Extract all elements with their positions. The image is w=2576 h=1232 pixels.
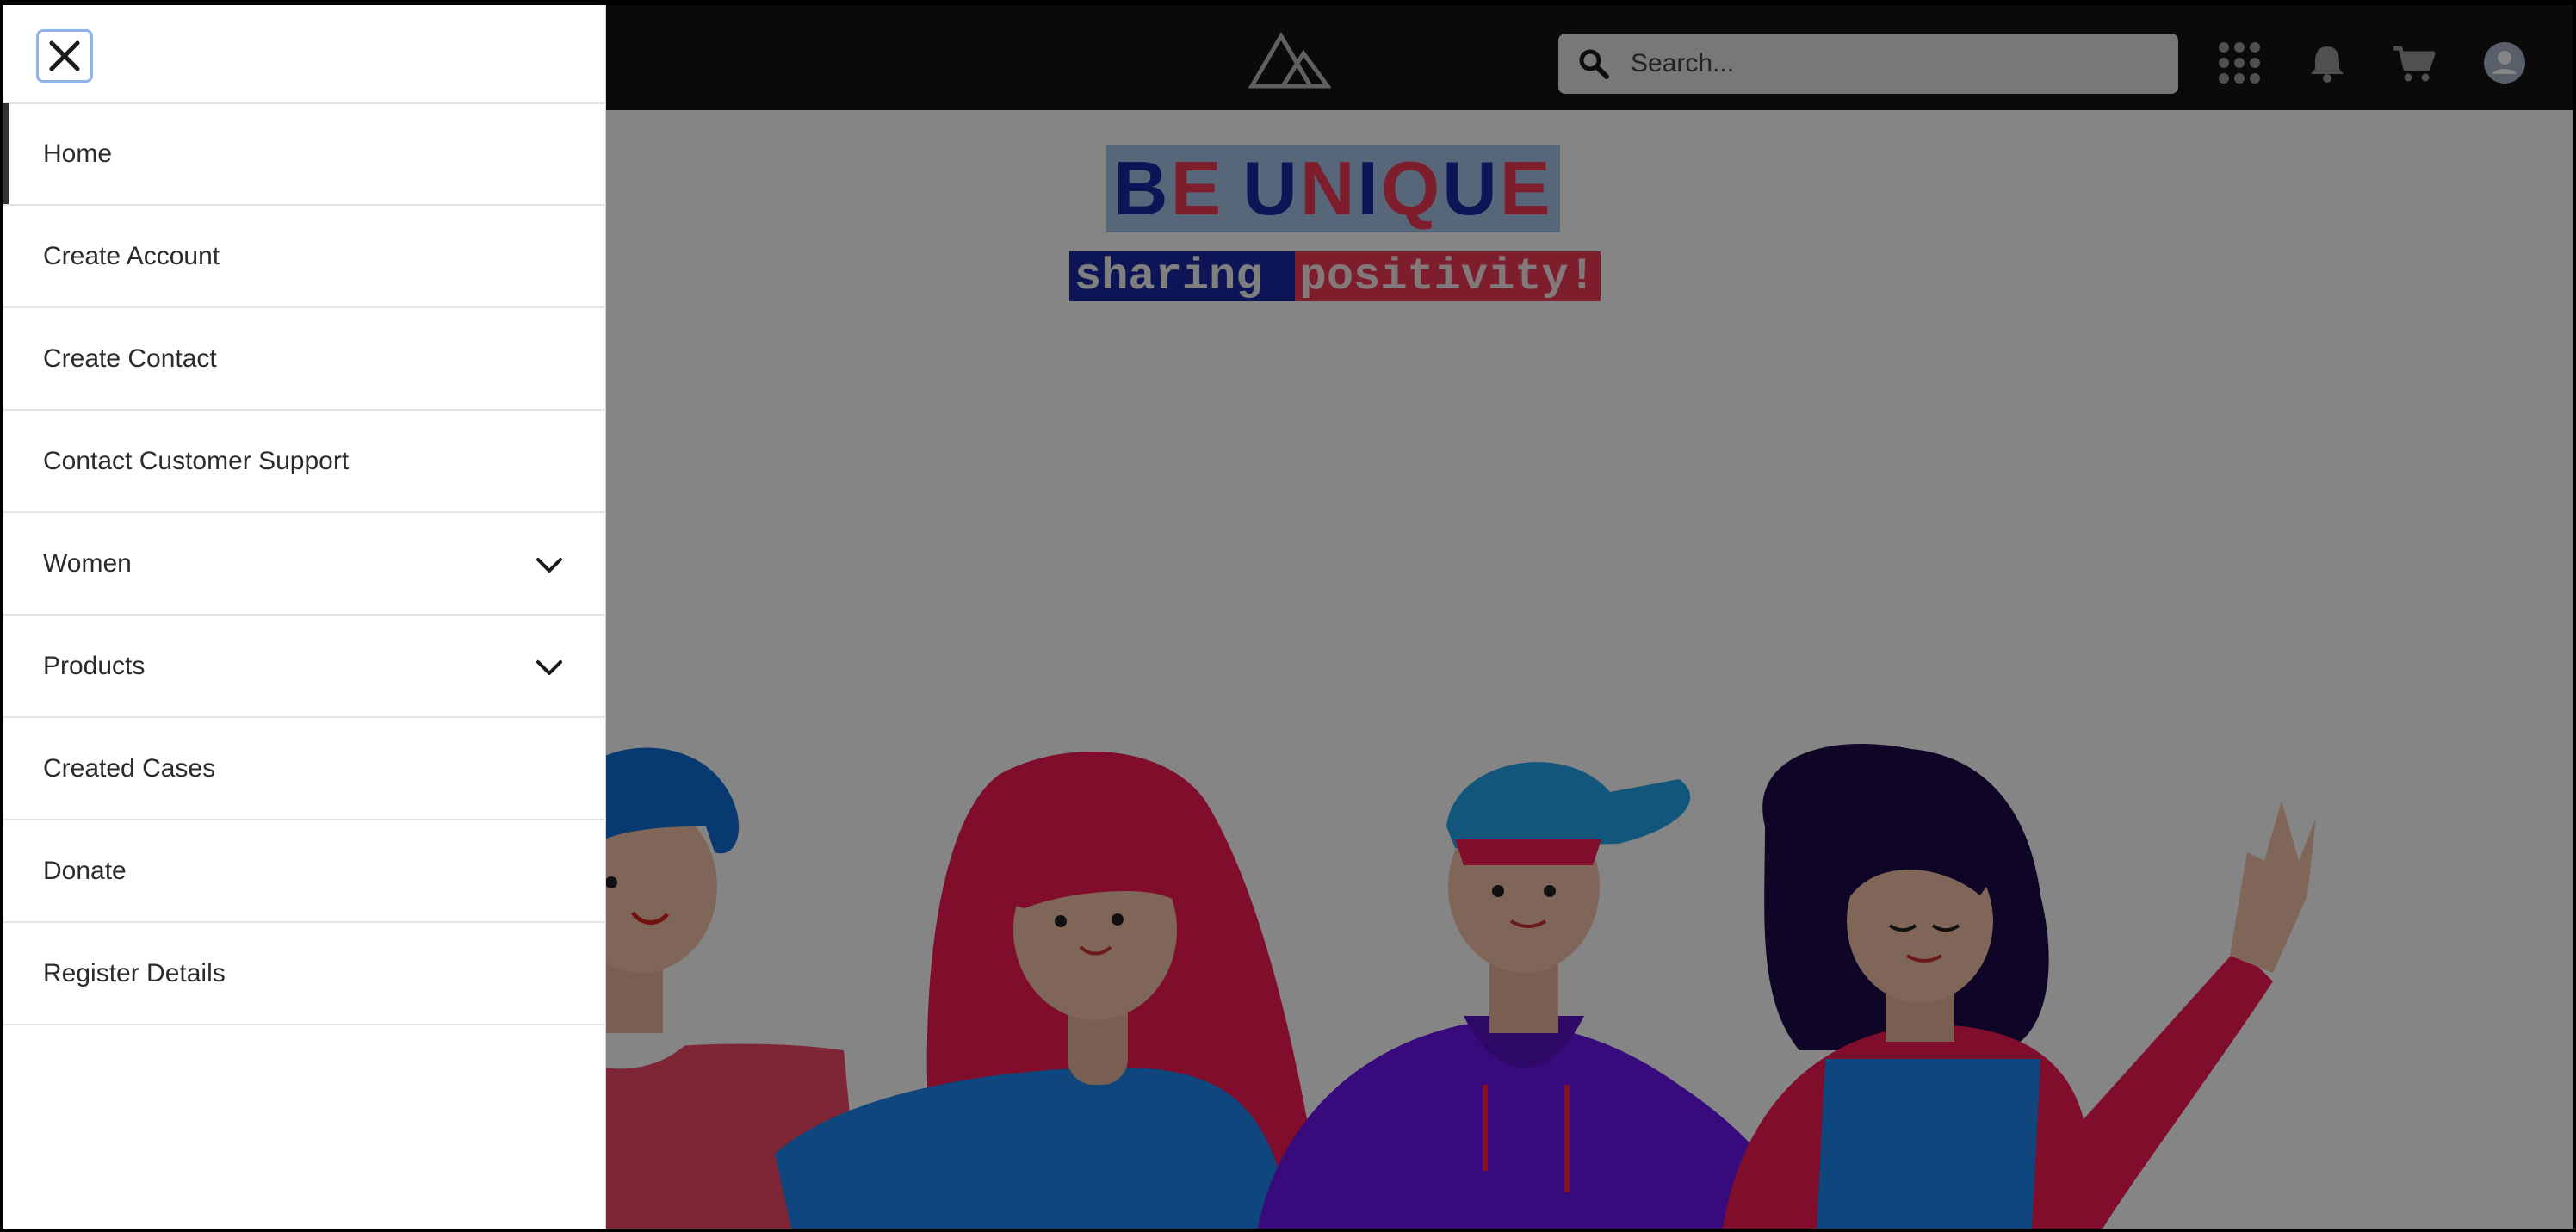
nav-item-contact-customer-support[interactable]: Contact Customer Support [3, 411, 606, 513]
chevron-down-icon[interactable] [534, 655, 565, 679]
nav-item-label: Create Contact [43, 344, 217, 373]
nav-item-products[interactable]: Products [3, 616, 606, 718]
chevron-down-icon[interactable] [534, 553, 565, 577]
nav-item-label: Home [43, 139, 113, 168]
close-icon [49, 40, 80, 71]
nav-item-label: Created Cases [43, 753, 216, 783]
nav-item-label: Register Details [43, 958, 226, 987]
drawer-nav-list: Home Create Account Create Contact Conta… [3, 103, 606, 1025]
window-frame-right [2573, 0, 2576, 1232]
nav-item-label: Products [43, 651, 146, 680]
close-drawer-button[interactable] [36, 29, 93, 83]
nav-item-created-cases[interactable]: Created Cases [3, 718, 606, 820]
nav-item-create-contact[interactable]: Create Contact [3, 308, 606, 411]
nav-item-label: Contact Customer Support [43, 446, 350, 475]
nav-item-create-account[interactable]: Create Account [3, 206, 606, 308]
nav-item-register-details[interactable]: Register Details [3, 923, 606, 1025]
window-frame-left [0, 0, 3, 1232]
nav-item-women[interactable]: Women [3, 513, 606, 616]
window-frame-bottom [0, 1229, 2576, 1232]
nav-item-donate[interactable]: Donate [3, 820, 606, 923]
nav-item-home[interactable]: Home [3, 103, 606, 206]
nav-item-label: Create Account [43, 241, 220, 270]
navigation-drawer: Home Create Account Create Contact Conta… [3, 5, 606, 1229]
window-frame-top [0, 0, 2576, 5]
nav-item-label: Donate [43, 856, 127, 885]
nav-item-label: Women [43, 548, 132, 578]
